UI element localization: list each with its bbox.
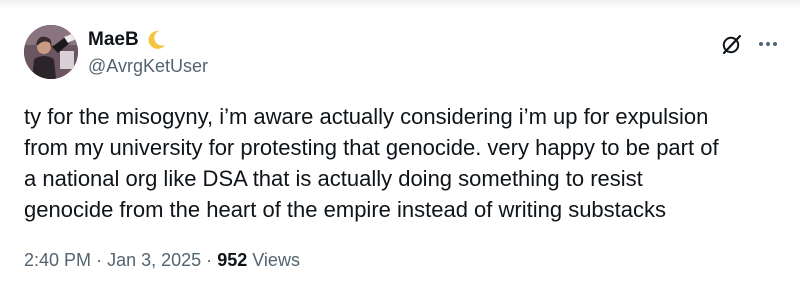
author-handle[interactable]: @AvrgKetUser [88,55,208,77]
tweet-time: 2:40 PM [24,250,92,270]
display-name[interactable]: MaeB [88,29,139,51]
grok-icon[interactable] [720,32,744,56]
crescent-moon-icon [145,29,167,51]
tweet-date: Jan 3, 2025 [107,250,202,270]
tweet-meta: 2:40 PM · Jan 3, 2025 · 952 Views [24,249,300,271]
views-label: Views [252,250,300,270]
tweet-time-link[interactable]: 2:40 PM · Jan 3, 2025 [24,250,201,270]
author-name-row: MaeB [88,28,167,52]
meta-separator: · [206,250,213,270]
views-count: 952 [217,250,248,270]
avatar[interactable] [24,25,78,79]
more-options-icon[interactable] [756,32,780,56]
tweet-text: ty for the misogyny, i’m aware actually … [24,104,719,222]
top-edge-fade [0,0,800,8]
avatar-photo [24,25,78,79]
meta-separator: · [96,250,103,270]
